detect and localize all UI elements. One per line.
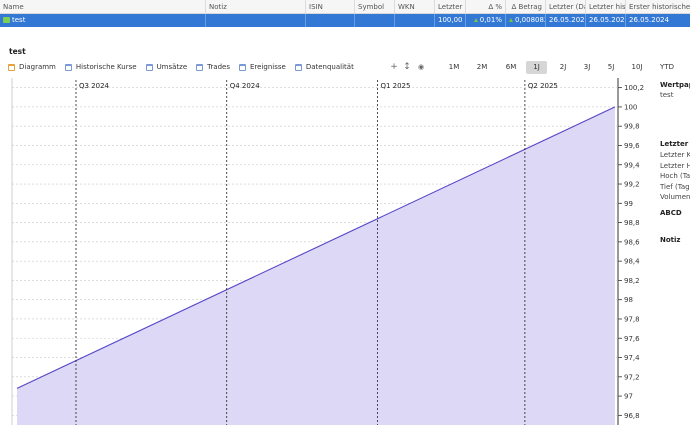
- cell-notiz[interactable]: [206, 14, 306, 27]
- column-header-letzter-historisch[interactable]: Letzter historischer: [586, 0, 626, 13]
- cell-isin[interactable]: [306, 14, 355, 27]
- column-header-delta-pct-label: Δ %: [488, 3, 502, 11]
- wertpapier-name: test: [660, 91, 674, 99]
- y-tick-label: 97: [624, 393, 633, 401]
- y-tick-label: 96,8: [624, 412, 640, 420]
- column-header-notiz[interactable]: Notiz: [206, 0, 306, 13]
- y-tick-label: 98: [624, 296, 633, 304]
- range-button-2j[interactable]: 2J: [553, 61, 573, 74]
- tab-diagramm[interactable]: Diagramm: [8, 63, 56, 71]
- range-button-10j[interactable]: 10J: [626, 61, 648, 74]
- column-header-letzter-datum[interactable]: Letzter (Datum): [546, 0, 586, 13]
- y-tick-label: 99,8: [624, 123, 640, 131]
- quarter-label: Q2 2025: [528, 82, 558, 90]
- y-tick-label: 98,8: [624, 219, 640, 227]
- tab-label: Trades: [207, 63, 230, 71]
- y-tick-label: 99,2: [624, 181, 640, 189]
- chart-tab-icon: [8, 63, 15, 71]
- cell-delta-pct[interactable]: 0,01%: [466, 14, 506, 27]
- info-item: Hoch (Tag): [660, 172, 690, 180]
- table-tab-icon: [145, 63, 153, 71]
- security-icon: [3, 17, 10, 23]
- quarter-label: Q1 2025: [380, 82, 410, 90]
- eye-icon[interactable]: ◉: [416, 61, 426, 73]
- range-button-5j[interactable]: 5J: [601, 61, 621, 74]
- price-chart[interactable]: 96,8 97 97,2 97,4 97,6 97,8 98 98,2 98,4 98,6 98,8…: [0, 78, 650, 425]
- cell-delta-betrag[interactable]: 0,0080822: [506, 14, 546, 27]
- y-tick-label: 97,2: [624, 373, 640, 381]
- range-button-ytd[interactable]: YTD: [656, 61, 678, 74]
- range-button-1j[interactable]: 1J: [526, 61, 547, 74]
- y-tick-label: 97,6: [624, 335, 640, 343]
- table-header: Name Notiz ISIN Symbol WKN Letzter Δ % Δ…: [0, 0, 690, 14]
- cell-name-text: test: [12, 16, 26, 24]
- quarter-label: Q3 2024: [79, 82, 110, 90]
- column-header-wkn[interactable]: WKN: [395, 0, 435, 13]
- y-tick-label: 99: [624, 200, 633, 208]
- crosshair-icon[interactable]: +: [389, 61, 399, 73]
- y-tick-label: 100: [624, 103, 637, 111]
- cell-letzter[interactable]: 100,00: [435, 14, 466, 27]
- table-row[interactable]: test 100,00 0,01% 0,0080822 26.05.2025 2…: [0, 14, 690, 27]
- range-button-3j[interactable]: 3J: [577, 61, 597, 74]
- quarter-label: Q4 2024: [230, 82, 261, 90]
- column-header-name[interactable]: Name: [0, 0, 206, 13]
- y-tick-label: 97,8: [624, 315, 640, 323]
- table-tab-icon: [238, 63, 246, 71]
- tab-label: Umsätze: [156, 63, 188, 71]
- table-tab-icon: [64, 63, 72, 71]
- info-item: Volumen: [660, 193, 690, 201]
- y-tick-label: 99,6: [624, 142, 640, 150]
- notiz-heading: Notiz: [660, 236, 681, 244]
- y-tick-label: 100,2: [624, 84, 644, 92]
- cell-erster-historisch[interactable]: 26.05.2024: [626, 14, 690, 27]
- tab-label: Datenqualität: [305, 63, 354, 71]
- wertpapier-heading: Wertpapier: [660, 81, 690, 89]
- column-header-delta-pct[interactable]: Δ %: [466, 0, 506, 13]
- detail-title: test: [9, 47, 26, 56]
- tab-historische-kurse[interactable]: Historische Kurse: [64, 63, 137, 71]
- cell-symbol[interactable]: [355, 14, 395, 27]
- tab-ereignisse[interactable]: Ereignisse: [238, 63, 286, 71]
- table-tab-icon: [196, 63, 204, 71]
- range-button-2m[interactable]: 2M: [472, 61, 492, 74]
- cell-wkn[interactable]: [395, 14, 435, 27]
- y-tick-label: 98,4: [624, 258, 640, 266]
- column-header-letzter[interactable]: Letzter: [435, 0, 466, 13]
- table-tab-icon: [294, 63, 302, 71]
- column-header-delta-betrag-label: Δ Betrag: [511, 3, 542, 11]
- column-header-erster-historisch[interactable]: Erster historischer (D: [626, 0, 690, 13]
- y-tick-label: 98,6: [624, 238, 640, 246]
- y-tick-label: 98,2: [624, 277, 640, 285]
- tab-datenqualitaet[interactable]: Datenqualität: [294, 63, 354, 71]
- cell-delta-betrag-text: 0,0080822: [515, 16, 545, 24]
- info-item: Tief (Tag): [660, 183, 690, 191]
- cell-letzter-datum[interactable]: 26.05.2025: [546, 14, 586, 27]
- tab-umsaetze[interactable]: Umsätze: [145, 63, 188, 71]
- column-header-delta-betrag[interactable]: Δ Betrag: [506, 0, 546, 13]
- tab-trades[interactable]: Trades: [196, 63, 230, 71]
- cell-name[interactable]: test: [0, 14, 206, 27]
- up-arrow-icon: [509, 18, 513, 22]
- column-header-symbol[interactable]: Symbol: [355, 0, 395, 13]
- detail-tabs: Diagramm Historische Kurse Umsätze Trade…: [8, 61, 363, 73]
- letzter-kurs-heading: Letzter Kurs: [660, 140, 690, 148]
- price-area: [17, 106, 615, 425]
- info-panel: Wertpapier test Letzter Kurs Letzter Kur…: [660, 78, 690, 425]
- measure-icon[interactable]: ↕: [402, 61, 412, 73]
- info-item: Letzter Kurs: [660, 151, 690, 159]
- cell-delta-pct-text: 0,01%: [479, 16, 502, 24]
- tab-label: Historische Kurse: [75, 63, 137, 71]
- tab-label: Diagramm: [19, 63, 56, 71]
- range-button-1m[interactable]: 1M: [444, 61, 464, 74]
- up-arrow-icon: [473, 18, 478, 22]
- abcd-heading: ABCD: [660, 209, 682, 217]
- column-header-isin[interactable]: ISIN: [306, 0, 355, 13]
- y-tick-label: 99,4: [624, 161, 640, 169]
- info-item: Letzter Handel: [660, 162, 690, 170]
- range-button-6m[interactable]: 6M: [500, 61, 522, 74]
- cell-letzter-historisch[interactable]: 26.05.2025: [586, 14, 626, 27]
- y-tick-label: 97,4: [624, 354, 640, 362]
- tab-label: Ereignisse: [249, 63, 286, 71]
